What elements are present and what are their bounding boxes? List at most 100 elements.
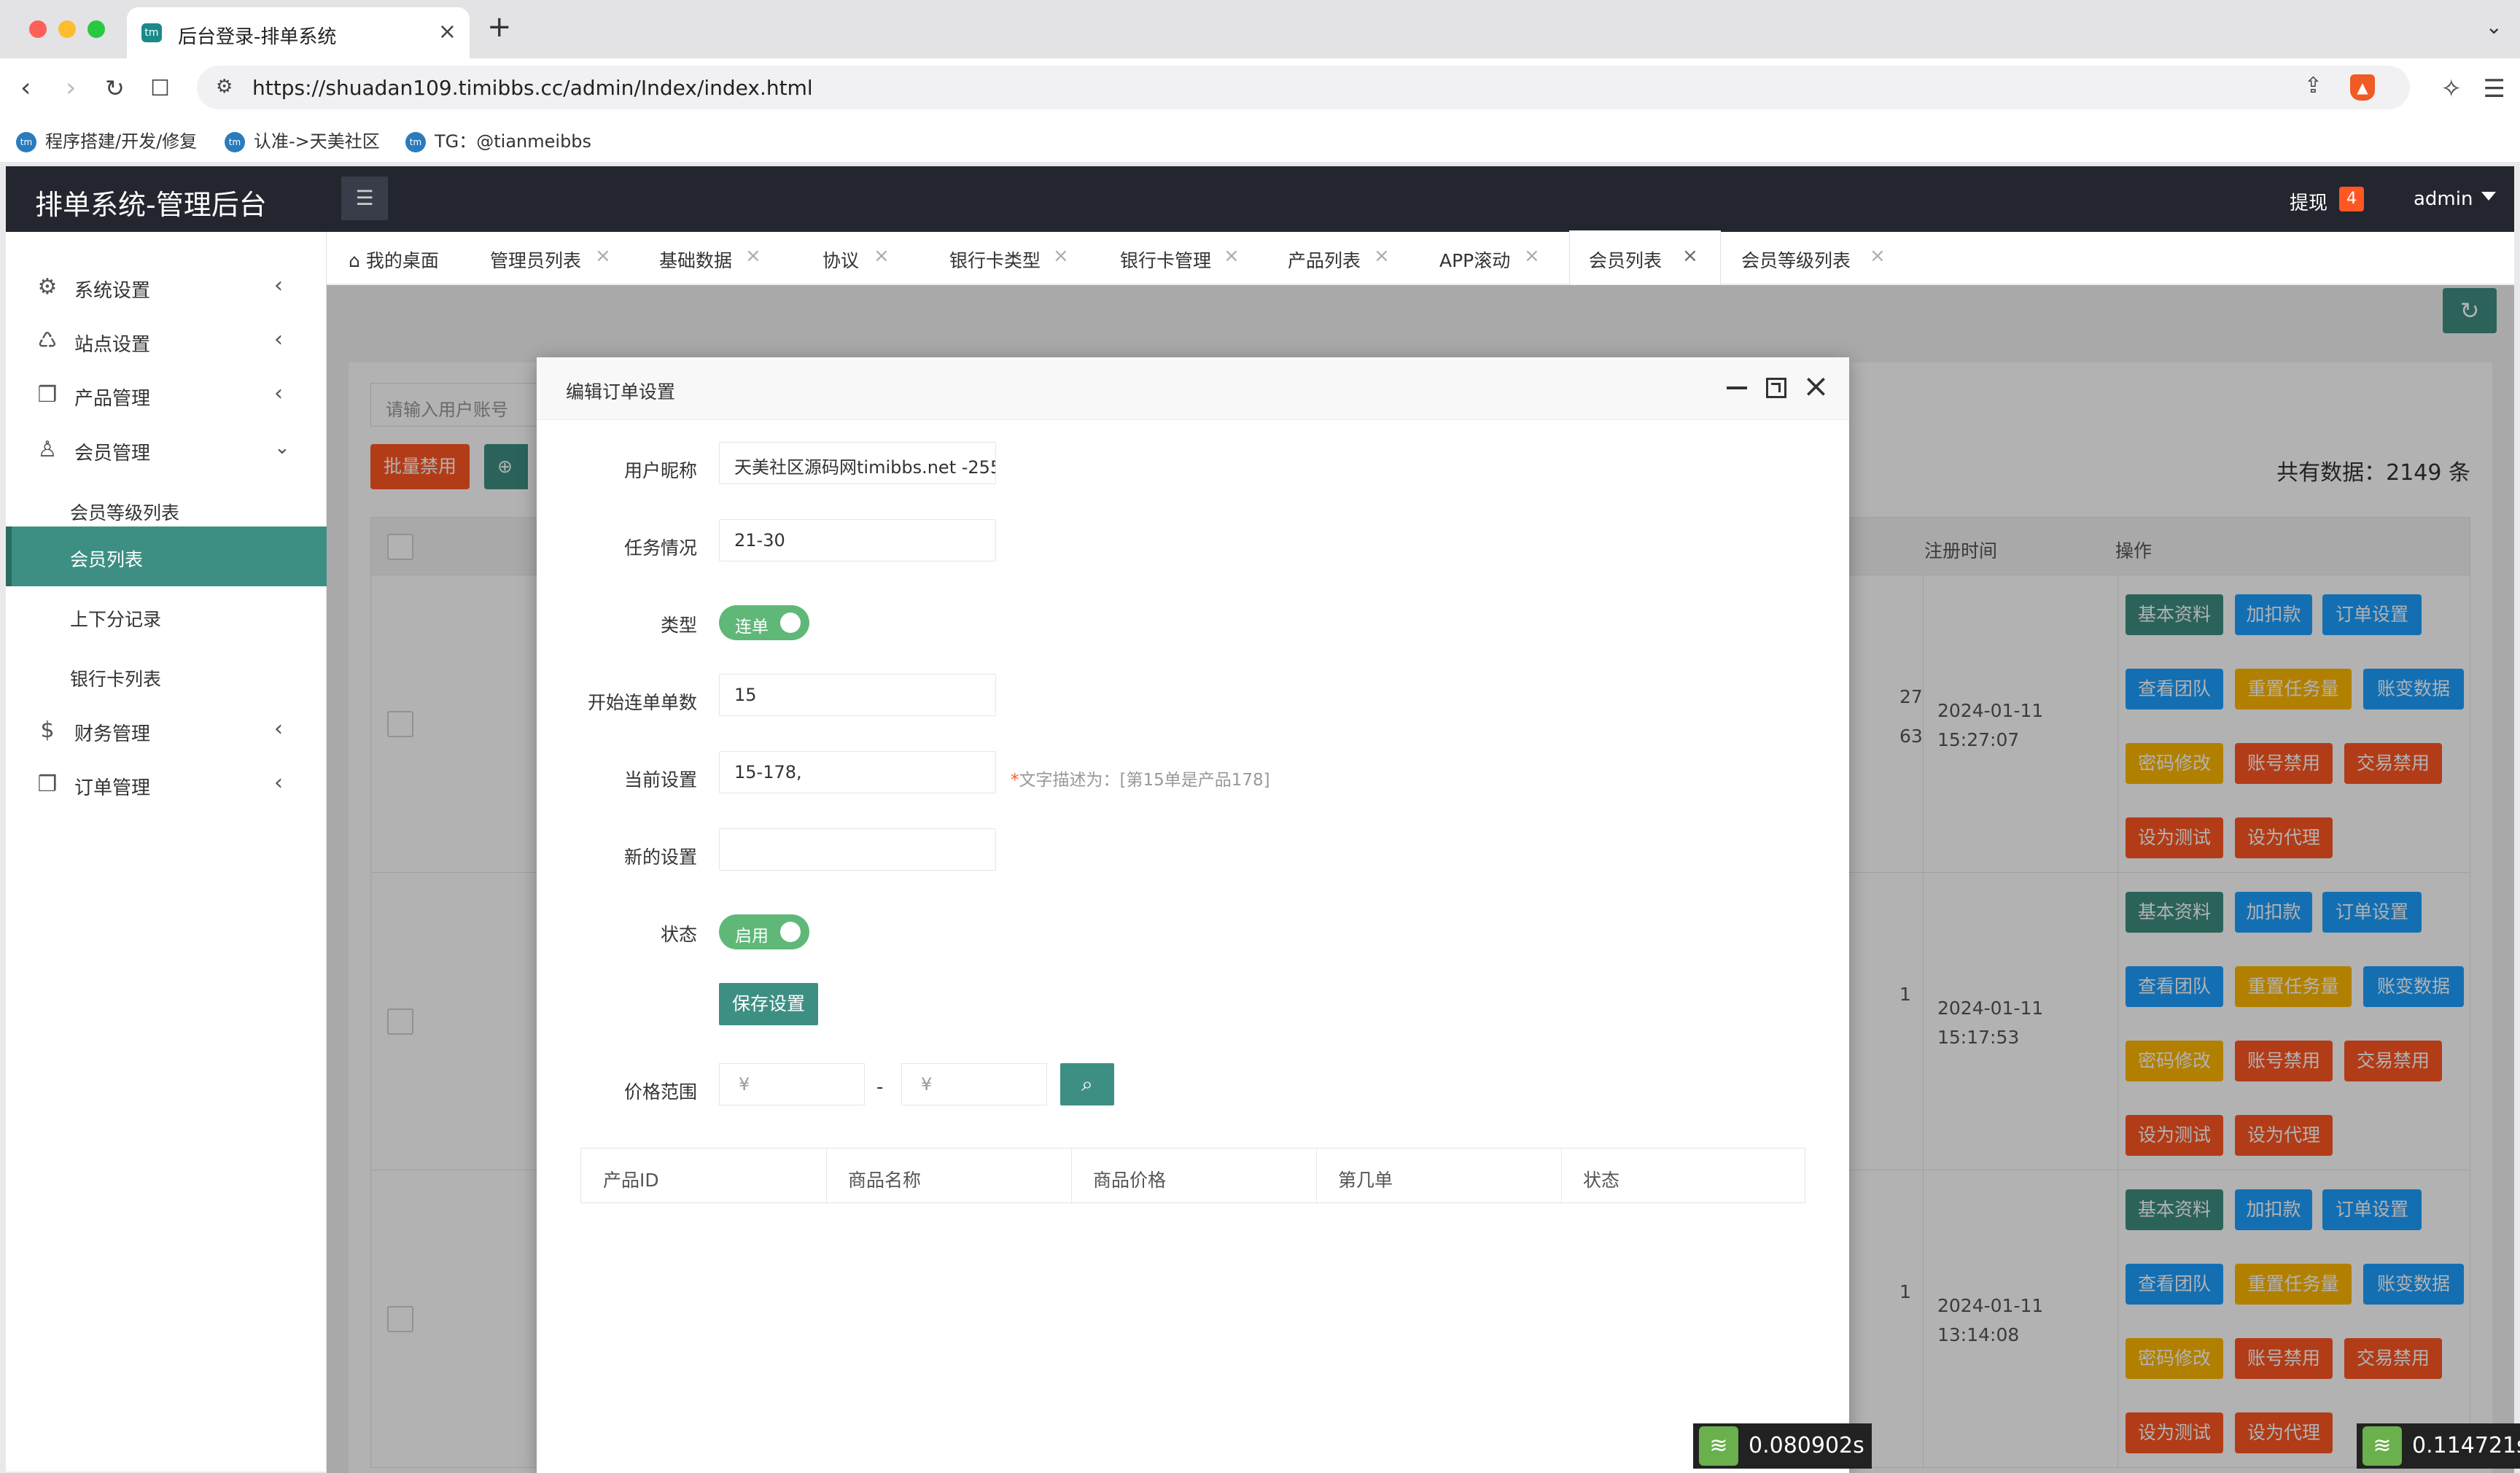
minimize-window-button[interactable] xyxy=(58,20,76,38)
sidebar: ⚙ 系统设置 ‹ ♺ 站点设置 ‹ ❒ 产品管理 ‹ ♙ 会员管理 ⌄ 会员等级… xyxy=(6,232,327,1472)
forward-arrow-icon[interactable]: › xyxy=(66,73,76,103)
task-label: 任务情况 xyxy=(623,537,697,559)
save-settings-button[interactable]: 保存设置 xyxy=(719,983,818,1025)
bookmark-item[interactable]: tm TG：@tianmeibbs xyxy=(405,127,591,152)
tab-desktop[interactable]: ⌂ 我的桌面 xyxy=(349,232,439,284)
user-icon: ♙ xyxy=(37,437,58,462)
bookmark-item[interactable]: tm 程序搭建/开发/修复 xyxy=(16,127,197,152)
close-tab-icon[interactable]: × xyxy=(745,245,761,267)
price-range-label: 价格范围 xyxy=(623,1081,697,1103)
order-icon: ❒ xyxy=(37,772,58,797)
close-tab-icon[interactable]: × xyxy=(438,19,456,44)
address-bar[interactable]: ⚙ https://shuadan109.timibbs.cc/admin/In… xyxy=(197,66,2410,109)
tab-product-list[interactable]: 产品列表 × xyxy=(1288,232,1390,284)
close-tab-icon[interactable]: × xyxy=(595,245,611,267)
browser-toolbar: ‹ › ↻ ☐ ⚙ https://shuadan109.timibbs.cc/… xyxy=(0,58,2520,117)
sidebar-sub-member-list[interactable]: 会员列表 xyxy=(6,526,327,586)
price-max-input[interactable]: ¥ xyxy=(901,1063,1047,1105)
url-text: https://shuadan109.timibbs.cc/admin/Inde… xyxy=(252,76,813,100)
browser-tab[interactable]: tm 后台登录-排单系统 × xyxy=(127,7,470,58)
dollar-icon: $ xyxy=(40,718,55,743)
tab-list-chevron-icon[interactable]: ⌄ xyxy=(2486,15,2502,39)
status-toggle[interactable]: 启用 xyxy=(719,914,809,949)
hamburger-icon[interactable]: ☰ xyxy=(2484,74,2505,104)
price-min-input[interactable]: ¥ xyxy=(719,1063,865,1105)
sidebar-sub-bank-cards[interactable]: 银行卡列表 xyxy=(6,646,327,706)
close-window-button[interactable] xyxy=(29,20,47,38)
sidebar-item-member-management[interactable]: ♙ 会员管理 ⌄ xyxy=(6,422,327,477)
close-tab-icon[interactable]: × xyxy=(1524,245,1540,267)
sparkle-icon[interactable]: ✧ xyxy=(2441,74,2462,104)
current-setting-hint: *文字描述为：[第15单是产品178] xyxy=(1011,771,1270,790)
close-tab-icon[interactable]: × xyxy=(1374,245,1390,267)
home-icon: ⌂ xyxy=(349,250,360,271)
maximize-window-button[interactable] xyxy=(88,20,105,38)
tab-admin-list[interactable]: 管理员列表 × xyxy=(490,232,611,284)
page-tab-bar: ⌂ 我的桌面 管理员列表 × 基础数据 × 协议 × 银行卡类型 × 银行卡管理 × 产品列… xyxy=(327,232,2514,284)
col-product-name: 商品名称 xyxy=(848,1170,922,1191)
site-settings-icon[interactable]: ⚙ xyxy=(216,76,233,98)
caret-down-icon xyxy=(2481,191,2497,208)
close-icon[interactable]: × xyxy=(1802,368,1829,405)
chevron-left-icon: ‹ xyxy=(274,716,283,742)
chevron-left-icon: ‹ xyxy=(274,273,283,298)
admin-user-menu[interactable]: admin xyxy=(2414,188,2497,210)
close-tab-icon[interactable]: × xyxy=(1870,245,1886,267)
close-tab-icon[interactable]: × xyxy=(1224,245,1240,267)
bookmark-icon[interactable]: ☐ xyxy=(150,76,170,101)
new-tab-icon[interactable]: + xyxy=(487,10,512,44)
brave-shield-icon[interactable]: ▲ xyxy=(2350,74,2375,101)
col-product-price: 商品价格 xyxy=(1093,1170,1167,1191)
tab-member-levels[interactable]: 会员等级列表 × xyxy=(1741,232,1886,284)
close-tab-icon[interactable]: × xyxy=(874,245,890,267)
tab-app-scroll[interactable]: APP滚动 × xyxy=(1439,232,1540,284)
price-range-dash: - xyxy=(876,1076,884,1098)
timer-logo-icon: ≋ xyxy=(2362,1426,2402,1466)
sidebar-item-finance[interactable]: $ 财务管理 ‹ xyxy=(6,703,327,758)
close-tab-icon[interactable]: × xyxy=(1053,245,1069,267)
tab-bank-card-management[interactable]: 银行卡管理 × xyxy=(1120,232,1240,284)
tab-agreement[interactable]: 协议 × xyxy=(822,232,890,284)
tab-bank-card-type[interactable]: 银行卡类型 × xyxy=(949,232,1069,284)
sidebar-item-product-management[interactable]: ❒ 产品管理 ‹ xyxy=(6,368,327,422)
tab-member-list[interactable]: 会员列表 × xyxy=(1569,232,1721,284)
app-header: 排单系统-管理后台 ☰ 提现 4 admin xyxy=(6,166,2514,232)
sidebar-sub-score-records[interactable]: 上下分记录 xyxy=(6,586,327,646)
modal-header: 编辑订单设置 × xyxy=(537,357,1849,420)
col-status: 状态 xyxy=(1583,1170,1620,1191)
maximize-icon[interactable] xyxy=(1766,378,1786,398)
start-count-field[interactable]: 15 xyxy=(719,674,996,716)
menu-toggle-icon[interactable]: ☰ xyxy=(341,176,388,220)
sidebar-item-orders[interactable]: ❒ 订单管理 ‹ xyxy=(6,757,327,812)
current-setting-field[interactable]: 15-178, xyxy=(719,751,996,793)
timer-logo-icon: ≋ xyxy=(1699,1426,1738,1466)
sidebar-item-site-settings[interactable]: ♺ 站点设置 ‹ xyxy=(6,314,327,368)
share-icon[interactable]: ⇪ xyxy=(2304,73,2322,98)
bookmarks-bar: tm 程序搭建/开发/修复 tm 认准->天美社区 tm TG：@tianmeibbs xyxy=(0,117,2520,162)
col-product-id: 产品ID xyxy=(603,1170,659,1191)
tab-basic-data[interactable]: 基础数据 × xyxy=(659,232,761,284)
modal-title: 编辑订单设置 xyxy=(566,381,676,403)
back-arrow-icon[interactable]: ‹ xyxy=(20,73,31,103)
current-setting-label: 当前设置 xyxy=(623,769,697,790)
type-toggle[interactable]: 连单 xyxy=(719,605,809,640)
product-table-header: 产品ID 商品名称 商品价格 第几单 状态 xyxy=(580,1148,1805,1204)
close-tab-icon[interactable]: × xyxy=(1682,245,1698,267)
chevron-left-icon: ‹ xyxy=(274,381,283,406)
new-setting-field[interactable] xyxy=(719,828,996,871)
timer-badge: ≋ 0.114721s xyxy=(2357,1423,2520,1469)
start-count-label: 开始连单单数 xyxy=(587,692,697,713)
nickname-field[interactable]: 天美社区源码网timibbs.net -2558 xyxy=(719,442,996,484)
browser-tab-bar: tm 后台登录-排单系统 × + ⌄ xyxy=(0,0,2520,58)
search-icon[interactable]: ⌕ xyxy=(1060,1063,1114,1105)
reload-icon[interactable]: ↻ xyxy=(105,74,125,102)
task-field[interactable]: 21-30 xyxy=(719,519,996,561)
edit-order-settings-modal: 编辑订单设置 × 用户昵称 天美社区源码网timibbs.net -2558 任… xyxy=(537,357,1849,1473)
chevron-down-icon: ⌄ xyxy=(274,437,290,459)
withdraw-link[interactable]: 提现 xyxy=(2290,188,2328,215)
minimize-icon[interactable] xyxy=(1727,386,1747,389)
sidebar-item-system-settings[interactable]: ⚙ 系统设置 ‹ xyxy=(6,260,327,314)
type-label: 类型 xyxy=(660,615,697,636)
app-title: 排单系统-管理后台 xyxy=(35,189,267,221)
bookmark-item[interactable]: tm 认准->天美社区 xyxy=(225,127,380,152)
